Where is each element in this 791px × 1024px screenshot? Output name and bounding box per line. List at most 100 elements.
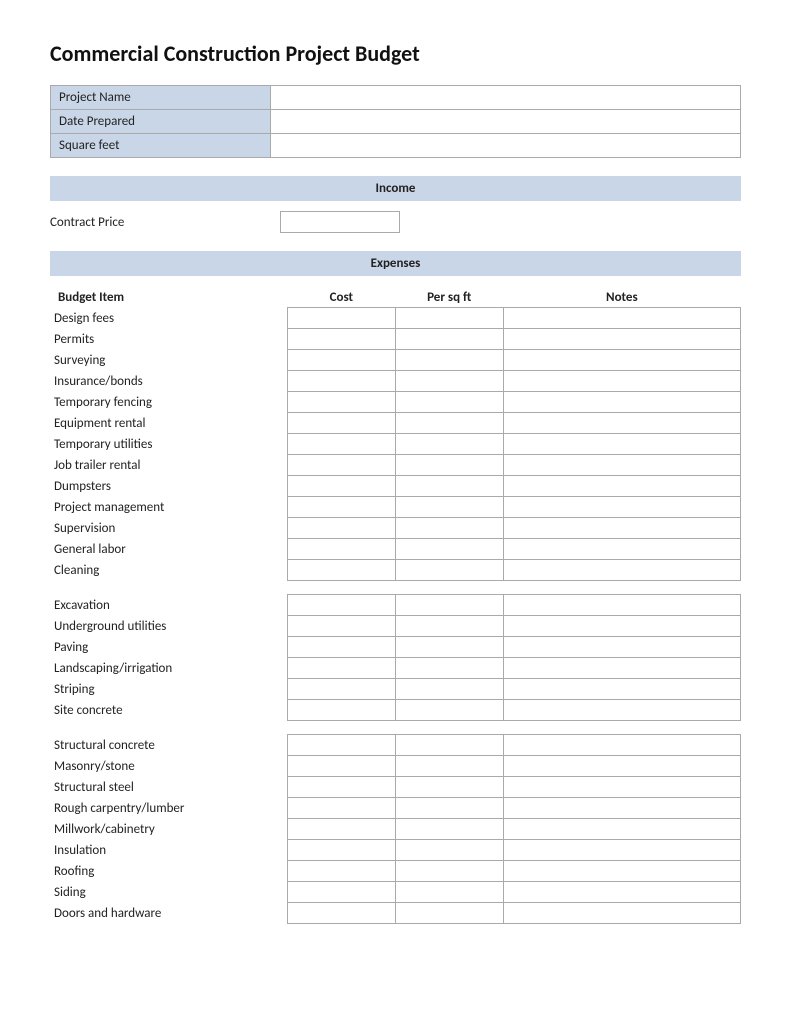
cost-input[interactable]: [287, 882, 395, 903]
contract-price-input[interactable]: [280, 211, 400, 233]
budget-item-label: Structural steel: [50, 777, 287, 798]
notes-input[interactable]: [503, 371, 740, 392]
cost-input[interactable]: [287, 616, 395, 637]
table-row: Striping: [50, 679, 741, 700]
notes-input[interactable]: [503, 392, 740, 413]
cost-input[interactable]: [287, 518, 395, 539]
cost-input[interactable]: [287, 798, 395, 819]
info-value[interactable]: [271, 134, 741, 158]
cost-input[interactable]: [287, 350, 395, 371]
table-row: Siding: [50, 882, 741, 903]
table-row: Supervision: [50, 518, 741, 539]
cost-input[interactable]: [287, 497, 395, 518]
cost-input[interactable]: [287, 840, 395, 861]
persqft-input[interactable]: [395, 903, 503, 924]
budget-item-label: Millwork/cabinetry: [50, 819, 287, 840]
notes-input[interactable]: [503, 903, 740, 924]
notes-input[interactable]: [503, 497, 740, 518]
cost-input[interactable]: [287, 413, 395, 434]
notes-input[interactable]: [503, 798, 740, 819]
persqft-input[interactable]: [395, 476, 503, 497]
persqft-input[interactable]: [395, 329, 503, 350]
cost-input[interactable]: [287, 861, 395, 882]
notes-input[interactable]: [503, 882, 740, 903]
notes-input[interactable]: [503, 777, 740, 798]
persqft-input[interactable]: [395, 308, 503, 329]
cost-input[interactable]: [287, 392, 395, 413]
cost-input[interactable]: [287, 371, 395, 392]
persqft-input[interactable]: [395, 518, 503, 539]
notes-input[interactable]: [503, 350, 740, 371]
persqft-input[interactable]: [395, 413, 503, 434]
cost-input[interactable]: [287, 329, 395, 350]
persqft-input[interactable]: [395, 350, 503, 371]
info-value[interactable]: [271, 110, 741, 134]
notes-input[interactable]: [503, 560, 740, 581]
cost-input[interactable]: [287, 679, 395, 700]
notes-input[interactable]: [503, 840, 740, 861]
budget-item-label: Job trailer rental: [50, 455, 287, 476]
cost-input[interactable]: [287, 455, 395, 476]
notes-input[interactable]: [503, 679, 740, 700]
notes-input[interactable]: [503, 455, 740, 476]
cost-input[interactable]: [287, 595, 395, 616]
persqft-input[interactable]: [395, 434, 503, 455]
persqft-input[interactable]: [395, 700, 503, 721]
persqft-input[interactable]: [395, 777, 503, 798]
persqft-input[interactable]: [395, 819, 503, 840]
persqft-input[interactable]: [395, 560, 503, 581]
notes-input[interactable]: [503, 413, 740, 434]
cost-input[interactable]: [287, 700, 395, 721]
persqft-input[interactable]: [395, 840, 503, 861]
persqft-input[interactable]: [395, 637, 503, 658]
notes-input[interactable]: [503, 434, 740, 455]
cost-input[interactable]: [287, 637, 395, 658]
persqft-input[interactable]: [395, 455, 503, 476]
notes-input[interactable]: [503, 756, 740, 777]
cost-input[interactable]: [287, 777, 395, 798]
persqft-input[interactable]: [395, 392, 503, 413]
persqft-input[interactable]: [395, 595, 503, 616]
budget-item-label: Excavation: [50, 595, 287, 616]
cost-input[interactable]: [287, 308, 395, 329]
cost-input[interactable]: [287, 434, 395, 455]
notes-input[interactable]: [503, 595, 740, 616]
cost-input[interactable]: [287, 560, 395, 581]
cost-input[interactable]: [287, 658, 395, 679]
notes-input[interactable]: [503, 700, 740, 721]
persqft-input[interactable]: [395, 497, 503, 518]
table-row: Insulation: [50, 840, 741, 861]
notes-input[interactable]: [503, 637, 740, 658]
persqft-input[interactable]: [395, 679, 503, 700]
notes-input[interactable]: [503, 476, 740, 497]
group-spacer: [50, 581, 741, 595]
persqft-input[interactable]: [395, 756, 503, 777]
notes-input[interactable]: [503, 616, 740, 637]
persqft-input[interactable]: [395, 616, 503, 637]
persqft-input[interactable]: [395, 539, 503, 560]
notes-input[interactable]: [503, 308, 740, 329]
table-row: Rough carpentry/lumber: [50, 798, 741, 819]
budget-item-label: Temporary fencing: [50, 392, 287, 413]
cost-input[interactable]: [287, 819, 395, 840]
cost-input[interactable]: [287, 903, 395, 924]
notes-input[interactable]: [503, 658, 740, 679]
notes-input[interactable]: [503, 539, 740, 560]
notes-input[interactable]: [503, 819, 740, 840]
budget-item-label: Siding: [50, 882, 287, 903]
notes-input[interactable]: [503, 861, 740, 882]
notes-input[interactable]: [503, 329, 740, 350]
persqft-input[interactable]: [395, 371, 503, 392]
persqft-input[interactable]: [395, 861, 503, 882]
persqft-input[interactable]: [395, 798, 503, 819]
info-value[interactable]: [271, 86, 741, 110]
cost-input[interactable]: [287, 539, 395, 560]
persqft-input[interactable]: [395, 735, 503, 756]
cost-input[interactable]: [287, 735, 395, 756]
notes-input[interactable]: [503, 735, 740, 756]
cost-input[interactable]: [287, 476, 395, 497]
notes-input[interactable]: [503, 518, 740, 539]
persqft-input[interactable]: [395, 658, 503, 679]
cost-input[interactable]: [287, 756, 395, 777]
persqft-input[interactable]: [395, 882, 503, 903]
